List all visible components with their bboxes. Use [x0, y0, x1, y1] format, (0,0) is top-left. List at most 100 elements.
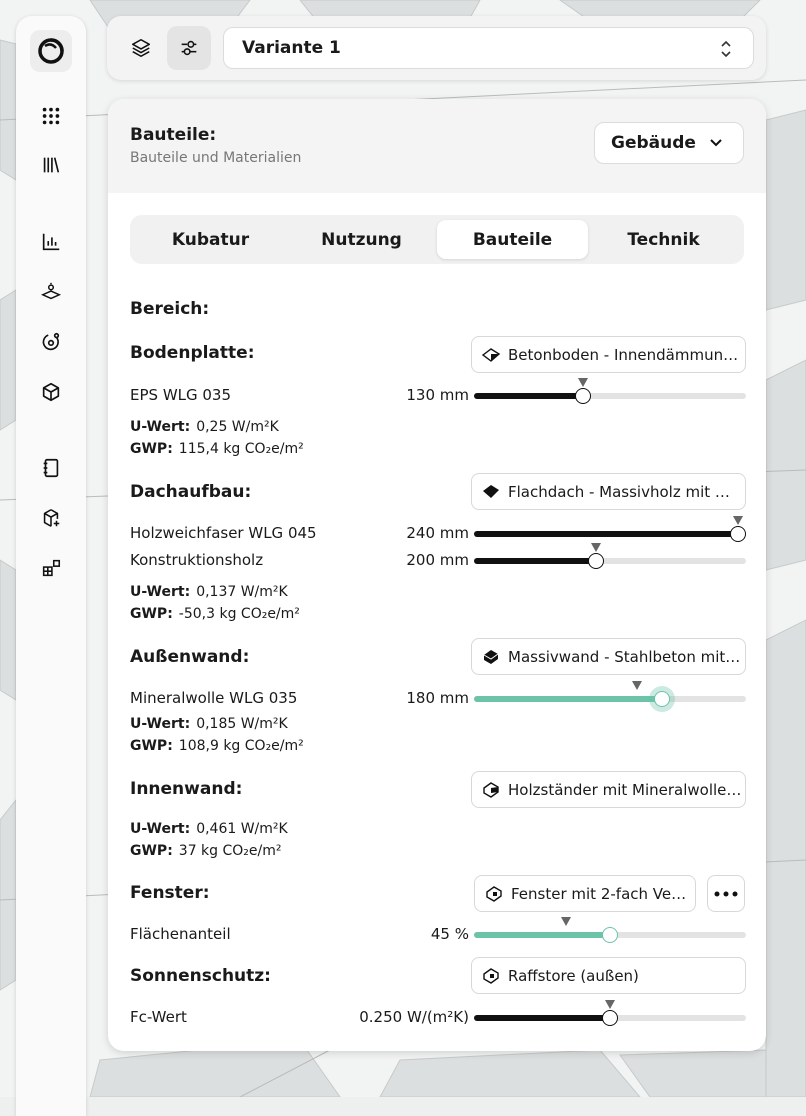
- slider-reference-marker: [591, 543, 601, 552]
- sun-plane-icon[interactable]: [39, 280, 63, 304]
- bodenplatte-layer-value: 130 mm: [406, 386, 469, 404]
- dachaufbau-gwp: GWP: -50,3 kg CO₂e/m²: [130, 606, 300, 622]
- chevron-down-icon: [710, 139, 722, 147]
- tab-kubatur[interactable]: Kubatur: [135, 220, 286, 259]
- solid-wall-icon: [483, 650, 499, 664]
- slider-thumb[interactable]: [602, 927, 618, 943]
- uwert-label: U-Wert:: [130, 584, 191, 600]
- gwp-label: GWP:: [130, 738, 173, 754]
- dachaufbau-layer2-slider[interactable]: [474, 543, 746, 571]
- aussenwand-construction-select[interactable]: Massivwand - Stahlbeton mit…: [471, 638, 746, 675]
- aussenwand-uwert: U-Wert: 0,185 W/m²K: [130, 716, 288, 732]
- tab-technik[interactable]: Technik: [588, 220, 739, 259]
- logo-icon[interactable]: [30, 30, 72, 72]
- aussenwand-construction-label: Massivwand - Stahlbeton mit…: [508, 647, 741, 666]
- sliders-icon: [181, 40, 197, 56]
- fenster-share-value: 45 %: [430, 925, 469, 943]
- fenster-construction-label: Fenster mit 2-fach Ve…: [511, 884, 687, 903]
- bodenplatte-gwp: GWP: 115,4 kg CO₂e/m²: [130, 441, 304, 457]
- gwp-label: GWP:: [130, 843, 173, 859]
- left-sidebar: [16, 16, 86, 1116]
- uwert-label: U-Wert:: [130, 716, 191, 732]
- building-select-value: Gebäude: [611, 133, 696, 153]
- roof-icon: [483, 485, 499, 498]
- variant-select[interactable]: Variante 1: [223, 27, 754, 69]
- dachaufbau-layer2-value: 200 mm: [406, 551, 469, 569]
- fenster-construction-select[interactable]: Fenster mit 2-fach Ve…: [474, 875, 696, 912]
- slider-thumb[interactable]: [602, 1010, 618, 1026]
- apps-grid-icon[interactable]: [39, 104, 63, 128]
- building-select[interactable]: Gebäude: [594, 122, 744, 164]
- dachaufbau-construction-select[interactable]: Flachdach - Massivholz mit …: [471, 473, 746, 510]
- slider-reference-marker: [578, 378, 588, 387]
- components-panel: Bauteile: Bauteile und Materialien Gebäu…: [108, 99, 766, 1051]
- dachaufbau-layer1-value: 240 mm: [406, 524, 469, 542]
- uwert-value: 0,137 W/m²K: [196, 584, 288, 600]
- sonnenschutz-construction-label: Raffstore (außen): [508, 966, 639, 985]
- bodenplatte-uwert: U-Wert: 0,25 W/m²K: [130, 419, 279, 435]
- aussenwand-label: Außenwand:: [130, 647, 250, 667]
- aussenwand-layer-slider[interactable]: [474, 681, 746, 709]
- bereich-label: Bereich:: [130, 299, 210, 319]
- dachaufbau-uwert: U-Wert: 0,137 W/m²K: [130, 584, 288, 600]
- fenster-more-button[interactable]: [707, 875, 745, 912]
- gwp-label: GWP:: [130, 606, 173, 622]
- dachaufbau-layer2-name: Konstruktionsholz: [130, 551, 264, 569]
- slider-reference-marker: [605, 1000, 615, 1009]
- fc-wert-slider[interactable]: [474, 1000, 746, 1028]
- panel-header: Bauteile: Bauteile und Materialien Gebäu…: [108, 99, 766, 193]
- bodenplatte-label: Bodenplatte:: [130, 343, 255, 363]
- cube-icon[interactable]: [39, 380, 63, 404]
- bodenplatte-layer-name: EPS WLG 035: [130, 386, 232, 404]
- slider-reference-marker: [733, 516, 743, 525]
- tab-nutzung[interactable]: Nutzung: [286, 220, 437, 259]
- slider-reference-marker: [632, 681, 642, 690]
- slider-thumb[interactable]: [654, 691, 670, 707]
- blocks-icon[interactable]: [39, 556, 63, 580]
- innenwand-construction-select[interactable]: Holzständer mit Mineralwolle…: [471, 771, 746, 808]
- slider-thumb[interactable]: [588, 553, 604, 569]
- innenwand-uwert: U-Wert: 0,461 W/m²K: [130, 821, 288, 837]
- slider-fill: [474, 932, 610, 938]
- bodenplatte-layer-slider[interactable]: [474, 378, 746, 406]
- slider-fill: [474, 531, 738, 537]
- slider-fill: [474, 1015, 610, 1021]
- slider-thumb[interactable]: [575, 388, 591, 404]
- tab-bar: Kubatur Nutzung Bauteile Technik: [130, 215, 744, 264]
- package-add-icon[interactable]: [39, 506, 63, 530]
- gwp-value: 37 kg CO₂e/m²: [178, 843, 282, 859]
- sonnenschutz-label: Sonnenschutz:: [130, 966, 271, 986]
- more-dots-icon: [714, 891, 738, 896]
- tab-bauteile[interactable]: Bauteile: [437, 220, 588, 259]
- bodenplatte-construction-select[interactable]: Betonboden - Innendämmun…: [471, 336, 746, 373]
- slider-fill: [474, 696, 662, 702]
- notebook-icon[interactable]: [39, 456, 63, 480]
- gwp-value: -50,3 kg CO₂e/m²: [178, 606, 300, 622]
- bar-chart-icon[interactable]: [39, 230, 63, 254]
- aussenwand-gwp: GWP: 108,9 kg CO₂e/m²: [130, 738, 304, 754]
- window-icon: [486, 886, 502, 902]
- fenster-share-name: Flächenanteil: [130, 925, 231, 943]
- sonnenschutz-construction-select[interactable]: Raffstore (außen): [471, 957, 746, 994]
- fenster-share-slider[interactable]: [474, 917, 746, 945]
- fc-wert-value: 0.250 W/(m²K): [359, 1008, 469, 1026]
- fenster-label: Fenster:: [130, 883, 210, 903]
- slider-thumb[interactable]: [730, 526, 746, 542]
- settings-sliders-button[interactable]: [167, 26, 211, 70]
- floor-slab-icon: [481, 348, 501, 362]
- layers-button[interactable]: [119, 26, 163, 70]
- layers-icon: [131, 38, 151, 58]
- variant-select-value: Variante 1: [242, 38, 341, 58]
- aussenwand-layer-value: 180 mm: [406, 689, 469, 707]
- dachaufbau-layer1-slider[interactable]: [474, 516, 746, 544]
- uwert-value: 0,25 W/m²K: [196, 419, 279, 435]
- panel-title: Bauteile:: [130, 125, 217, 145]
- uwert-value: 0,461 W/m²K: [196, 821, 288, 837]
- gwp-value: 108,9 kg CO₂e/m²: [178, 738, 304, 754]
- uwert-label: U-Wert:: [130, 821, 191, 837]
- cycle-icon[interactable]: [39, 330, 63, 354]
- uwert-label: U-Wert:: [130, 419, 191, 435]
- slider-fill: [474, 393, 583, 399]
- uwert-value: 0,185 W/m²K: [196, 716, 288, 732]
- library-icon[interactable]: [39, 153, 63, 177]
